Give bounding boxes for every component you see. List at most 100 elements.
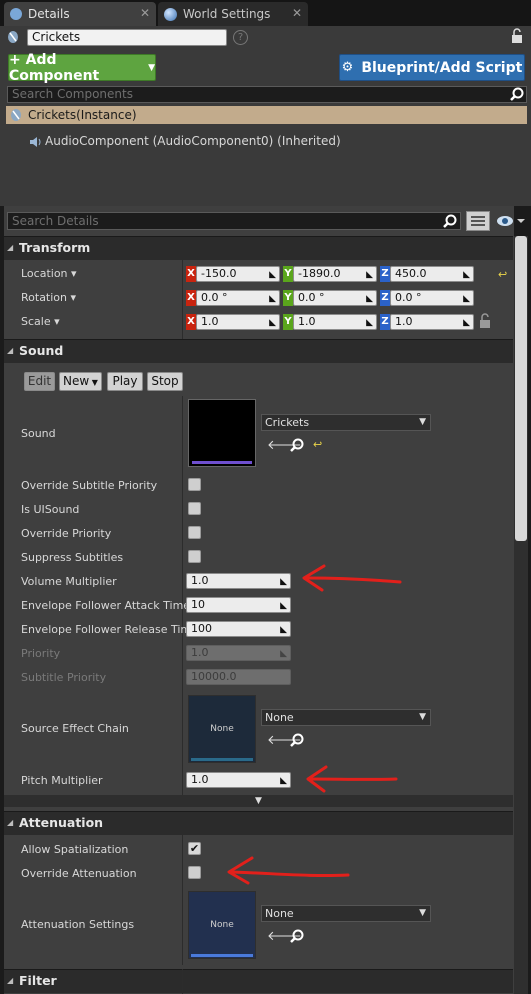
column-divider[interactable] xyxy=(182,969,183,994)
red-arrow-annotation-pitch xyxy=(306,765,398,793)
tab-world-settings[interactable]: World Settings ✕ xyxy=(158,2,308,26)
effect-chain-dropdown[interactable]: None ▼ xyxy=(261,709,431,726)
rotation-z-field[interactable]: 0.0 ° ◣ xyxy=(390,290,474,306)
drag-handle-icon[interactable]: ◣ xyxy=(463,268,470,282)
rotation-y-field[interactable]: 0.0 ° ◣ xyxy=(293,290,377,306)
audio-component-row[interactable]: AudioComponent (AudioComponent0) (Inheri… xyxy=(45,134,341,148)
section-title: Sound xyxy=(19,343,64,358)
actor-icon xyxy=(6,30,20,44)
sound-section-header[interactable]: ◢ Sound xyxy=(4,339,513,363)
transform-section-header[interactable]: ◢ Transform xyxy=(4,236,513,260)
actor-icon xyxy=(9,108,23,125)
tab-details[interactable]: Details ✕ xyxy=(4,2,156,26)
details-icon xyxy=(10,8,22,20)
pitch-multiplier-field[interactable]: 1.0 ◣ xyxy=(186,772,291,788)
component-instance-row[interactable]: Crickets(Instance) xyxy=(6,106,527,124)
location-y-field[interactable]: -1890.0 ◣ xyxy=(293,266,377,282)
eye-icon[interactable] xyxy=(495,213,527,232)
drag-handle-icon[interactable]: ◣ xyxy=(269,292,276,306)
scale-label[interactable]: Scale ▾ xyxy=(21,315,60,328)
blueprint-add-script-button[interactable]: ⚙ Blueprint/Add Script xyxy=(339,54,525,81)
browse-icon[interactable] xyxy=(290,733,304,750)
scale-z-field[interactable]: 1.0 ◣ xyxy=(390,314,474,330)
scale-x-field[interactable]: 1.0 ◣ xyxy=(196,314,280,330)
effect-chain-thumbnail[interactable]: None xyxy=(188,695,256,763)
rotation-x-field[interactable]: 0.0 ° ◣ xyxy=(196,290,280,306)
help-icon[interactable]: ? xyxy=(233,30,248,45)
property-matrix-icon[interactable] xyxy=(466,211,490,231)
chevron-down-icon: ▼ xyxy=(89,378,98,387)
chevron-down-icon: ▼ xyxy=(419,908,426,918)
close-icon[interactable]: ✕ xyxy=(292,6,302,20)
location-label[interactable]: Location ▾ xyxy=(21,267,77,280)
attack-time-label: Envelope Follower Attack Time xyxy=(21,599,191,612)
column-divider[interactable] xyxy=(182,260,183,340)
is-uisound-checkbox[interactable] xyxy=(188,502,201,515)
section-title: Filter xyxy=(19,973,57,988)
location-z-field[interactable]: 450.0 ◣ xyxy=(390,266,474,282)
play-button[interactable]: Play xyxy=(107,372,143,391)
override-priority-checkbox[interactable] xyxy=(188,526,201,539)
attenuation-settings-dropdown[interactable]: None ▼ xyxy=(261,905,431,922)
attack-time-field[interactable]: 10 ◣ xyxy=(186,597,291,613)
drag-handle-icon[interactable]: ◣ xyxy=(280,575,287,589)
allow-spatialization-checkbox[interactable]: ✔ xyxy=(188,842,201,855)
drag-handle-icon[interactable]: ◣ xyxy=(269,268,276,282)
drag-handle-icon[interactable]: ◣ xyxy=(366,268,373,282)
priority-label: Priority xyxy=(21,647,61,660)
reset-to-default-icon[interactable]: ↩ xyxy=(313,438,322,451)
drag-handle-icon[interactable]: ◣ xyxy=(280,623,287,637)
drag-handle-icon[interactable]: ◣ xyxy=(366,316,373,330)
add-component-button[interactable]: + Add Component ▼ xyxy=(8,52,156,84)
attenuation-thumbnail[interactable]: None xyxy=(188,891,256,959)
suppress-subtitles-checkbox[interactable] xyxy=(188,550,201,563)
collapse-triangle-icon: ◢ xyxy=(7,243,14,252)
volume-multiplier-field[interactable]: 1.0 ◣ xyxy=(186,573,291,589)
browse-icon[interactable] xyxy=(290,929,304,946)
collapse-triangle-icon: ◢ xyxy=(7,818,14,827)
edit-button[interactable]: Edit xyxy=(24,372,55,391)
instance-label: Crickets(Instance) xyxy=(28,108,137,122)
override-attenuation-checkbox[interactable] xyxy=(188,866,201,879)
filter-section-header[interactable]: ◢ Filter xyxy=(4,969,513,993)
sound-asset-dropdown[interactable]: Crickets ▼ xyxy=(261,414,431,431)
drag-handle-icon[interactable]: ◣ xyxy=(463,292,470,306)
location-x-field[interactable]: -150.0 ◣ xyxy=(196,266,280,282)
details-search-input[interactable]: Search Details xyxy=(7,212,461,230)
chevron-down-icon: ▼ xyxy=(148,62,155,73)
collapse-triangle-icon: ◢ xyxy=(7,976,14,985)
axis-y: Y xyxy=(283,290,293,306)
component-search-input[interactable]: Search Components xyxy=(7,86,527,103)
drag-handle-icon[interactable]: ◣ xyxy=(269,316,276,330)
priority-field: 1.0 ◣ xyxy=(186,645,291,661)
drag-handle-icon[interactable]: ◣ xyxy=(463,316,470,330)
reset-to-default-icon[interactable]: ↩ xyxy=(498,268,507,281)
drag-handle-icon[interactable]: ◣ xyxy=(366,292,373,306)
stop-button[interactable]: Stop xyxy=(147,372,183,391)
close-icon[interactable]: ✕ xyxy=(140,6,150,20)
axis-z: Z xyxy=(380,314,390,330)
actor-name-input[interactable]: Crickets xyxy=(27,29,227,46)
lock-icon[interactable] xyxy=(510,28,524,47)
axis-y: Y xyxy=(283,314,293,330)
column-divider[interactable] xyxy=(182,835,183,965)
subtitle-priority-label: Subtitle Priority xyxy=(21,671,107,684)
thumbnail-color-strip xyxy=(191,954,253,957)
attenuation-section-header[interactable]: ◢ Attenuation xyxy=(4,811,513,835)
thumbnail-color-strip xyxy=(191,758,253,761)
expand-advanced-button[interactable]: ▼ xyxy=(4,795,513,807)
drag-handle-icon[interactable]: ◣ xyxy=(280,599,287,613)
new-button[interactable]: New ▼ xyxy=(59,372,102,391)
rotation-label[interactable]: Rotation ▾ xyxy=(21,291,76,304)
sound-label: Sound xyxy=(21,427,56,440)
details-scrollbar-thumb[interactable] xyxy=(515,236,527,541)
browse-icon[interactable] xyxy=(290,438,304,455)
release-time-field[interactable]: 100 ◣ xyxy=(186,621,291,637)
lock-icon[interactable] xyxy=(478,313,492,332)
drag-handle-icon[interactable]: ◣ xyxy=(280,774,287,788)
scale-y-field[interactable]: 1.0 ◣ xyxy=(293,314,377,330)
column-divider[interactable] xyxy=(182,396,183,796)
red-arrow-annotation-volume xyxy=(302,564,402,592)
override-subtitle-priority-checkbox[interactable] xyxy=(188,478,201,491)
sound-thumbnail[interactable] xyxy=(188,399,256,467)
